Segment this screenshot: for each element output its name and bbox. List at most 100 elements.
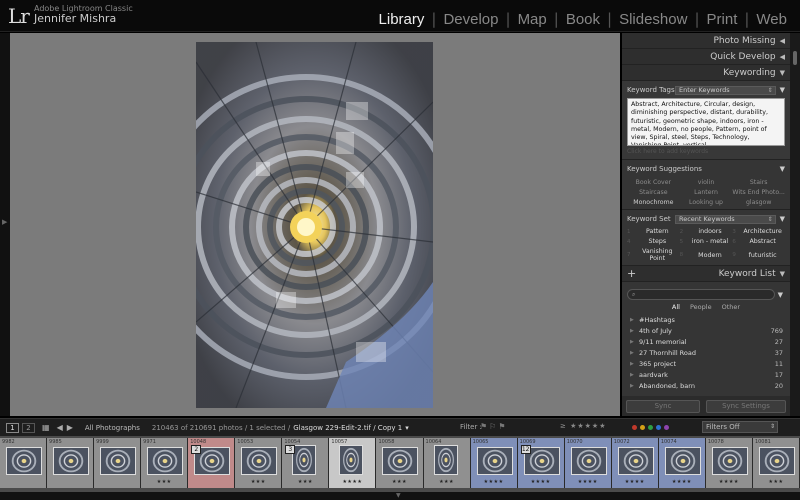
color-label-dot[interactable] [632, 425, 637, 430]
right-panel-scrollbar[interactable] [790, 33, 800, 416]
thumbnail[interactable] [617, 447, 654, 475]
thumbnail[interactable] [6, 447, 42, 475]
filmstrip-cell[interactable]: 10064 ★★★ [423, 438, 471, 488]
keyword-list-row[interactable]: ▶ 9/11 memorial 27 [627, 336, 785, 347]
quick-develop-header[interactable]: Quick Develop ◀ [622, 49, 790, 65]
thumbnail[interactable] [476, 447, 513, 475]
expand-arrow-icon[interactable]: ▶ [627, 317, 639, 323]
thumbnail[interactable] [339, 445, 364, 475]
keyword-suggestion[interactable]: Wits End Photo... [732, 189, 785, 196]
keyword-search-input[interactable]: ⌕ ▼ [627, 289, 783, 300]
flag-filter-icons[interactable]: ⚑⚐⚑ [480, 422, 508, 431]
filmstrip-cell[interactable]: 10070 ★★★★ [564, 438, 612, 488]
expand-arrow-icon[interactable]: ▶ [627, 372, 639, 378]
thumbnail[interactable] [292, 445, 317, 475]
expand-arrow-icon[interactable]: ▶ [627, 350, 639, 356]
forward-arrow-icon[interactable]: ▶ [67, 423, 73, 432]
collapse-icon[interactable]: ▼ [780, 270, 785, 278]
module-map[interactable]: Map [511, 11, 554, 28]
thumbnail[interactable] [711, 447, 748, 475]
filmstrip-cell[interactable]: 10058 ★★★ [376, 438, 424, 488]
filmstrip-cell[interactable]: 10072 ★★★★ [611, 438, 659, 488]
main-window-button[interactable]: 1 [6, 422, 19, 433]
expand-arrow-icon[interactable]: ▶ [627, 383, 639, 389]
keyword-tags-select[interactable]: Enter Keywords ⇕ [675, 85, 776, 95]
module-slideshow[interactable]: Slideshow [612, 11, 694, 28]
filmstrip-cell[interactable]: 9985 [47, 438, 95, 488]
expand-arrow-icon[interactable]: ▶ [627, 361, 639, 367]
expand-arrow-icon[interactable]: ▶ [627, 339, 639, 345]
keyword-list-header[interactable]: + Keyword List ▼ [622, 266, 790, 282]
keyword-suggestion[interactable]: Monochrome [627, 199, 680, 206]
filmstrip-scrollbar[interactable]: ▼ [0, 492, 800, 500]
filmstrip-cell[interactable]: 10057 ★★★★ [329, 438, 377, 488]
filmstrip-cell[interactable]: 10081 ★★★ [752, 438, 800, 488]
color-label-dot[interactable] [656, 425, 661, 430]
keyword-set-item[interactable]: 3 Architecture [732, 228, 785, 235]
keyword-list-row[interactable]: ▶ Abandoned, barn 20 [627, 380, 785, 391]
filmstrip-cell[interactable]: 10054 3 ★★★ [282, 438, 330, 488]
suggestions-collapse-icon[interactable]: ▼ [780, 165, 785, 173]
stack-count-badge[interactable]: 2 [191, 445, 202, 454]
filmstrip-cell[interactable]: 10069 12 ★★★★ [517, 438, 565, 488]
keyword-set-item[interactable]: 9 futuristic [732, 248, 785, 262]
keyword-tags-menu-icon[interactable]: ▼ [780, 86, 785, 94]
stack-count-badge[interactable]: 12 [520, 445, 531, 454]
thumbnail[interactable] [382, 447, 419, 475]
keyword-list-row[interactable]: ▶ aardvark 17 [627, 369, 785, 380]
keyword-set-item[interactable]: 2 indoors [680, 228, 733, 235]
thumbnail[interactable] [570, 447, 607, 475]
keyword-suggestion[interactable]: violin [680, 179, 733, 186]
expand-arrow-icon[interactable]: ▶ [627, 328, 639, 334]
grid-icon[interactable]: ▦ [42, 423, 50, 432]
keyword-set-item[interactable]: 6 Abstract [732, 238, 785, 245]
keyword-set-item[interactable]: 4 Steps [627, 238, 680, 245]
search-menu-icon[interactable]: ▼ [778, 291, 783, 299]
collapse-icon[interactable]: ▼ [780, 69, 785, 77]
left-panel-collapsed[interactable]: ▶ [0, 33, 10, 416]
filter-preset-select[interactable]: Filters Off ⇕ [702, 421, 778, 433]
expand-icon[interactable]: ◀ [780, 53, 785, 61]
module-book[interactable]: Book [559, 11, 607, 28]
filmstrip-cell[interactable]: 9971 ★★★ [141, 438, 189, 488]
keywords-textarea[interactable]: Abstract, Architecture, Circular, design… [627, 98, 785, 146]
keywords-hint[interactable]: Click here to add keywords [627, 148, 785, 156]
keyword-set-item[interactable]: 7 Vanishing Point [627, 248, 680, 262]
filmstrip-cell[interactable]: 9982 [0, 438, 48, 488]
module-develop[interactable]: Develop [436, 11, 505, 28]
keyword-set-item[interactable]: 8 Modern [680, 248, 733, 262]
thumbnail[interactable] [664, 447, 701, 475]
keywording-header[interactable]: Keywording ▼ [622, 65, 790, 81]
main-photo[interactable] [196, 42, 433, 408]
filmstrip-cell[interactable]: 9999 [94, 438, 142, 488]
scroll-thumb[interactable] [793, 51, 797, 65]
keyword-set-item[interactable]: 1 Pattern [627, 228, 680, 235]
keyword-filter-all[interactable]: All [672, 303, 680, 311]
path-menu-icon[interactable]: ▾ [405, 424, 409, 432]
thumbnail[interactable] [53, 447, 90, 475]
sync-button[interactable]: Sync [626, 399, 700, 413]
color-label-dot[interactable] [640, 425, 645, 430]
keyword-suggestion[interactable]: Looking up [680, 199, 733, 206]
second-window-button[interactable]: 2 [22, 422, 35, 433]
source-label[interactable]: All Photographs [85, 424, 140, 432]
filmstrip-cell[interactable]: 10065 ★★★★ [470, 438, 518, 488]
keyword-set-select[interactable]: Recent Keywords ⇕ [675, 214, 776, 224]
keyword-suggestion[interactable]: Staircase [627, 189, 680, 196]
sync-settings-button[interactable]: Sync Settings [706, 399, 786, 413]
back-arrow-icon[interactable]: ◀ [57, 423, 63, 432]
keyword-set-menu-icon[interactable]: ▼ [780, 215, 785, 223]
filmstrip-cell[interactable]: 10074 ★★★★ [658, 438, 706, 488]
keyword-set-item[interactable]: 5 iron - metal [680, 238, 733, 245]
thumbnail[interactable] [433, 445, 458, 475]
keyword-suggestion[interactable]: Lantern [680, 189, 733, 196]
expand-bottom-icon[interactable]: ▼ [396, 492, 401, 499]
thumbnail[interactable] [241, 447, 278, 475]
thumbnail[interactable] [147, 447, 184, 475]
thumbnail[interactable] [758, 447, 795, 475]
keyword-suggestion[interactable]: Book Cover [627, 179, 680, 186]
keyword-suggestion[interactable]: Stairs [732, 179, 785, 186]
keyword-list-row[interactable]: ▶ 365 project 11 [627, 358, 785, 369]
file-path[interactable]: Glasgow 229-Edit-2.tif / Copy 1 [293, 424, 402, 432]
stack-count-badge[interactable]: 3 [285, 445, 296, 454]
